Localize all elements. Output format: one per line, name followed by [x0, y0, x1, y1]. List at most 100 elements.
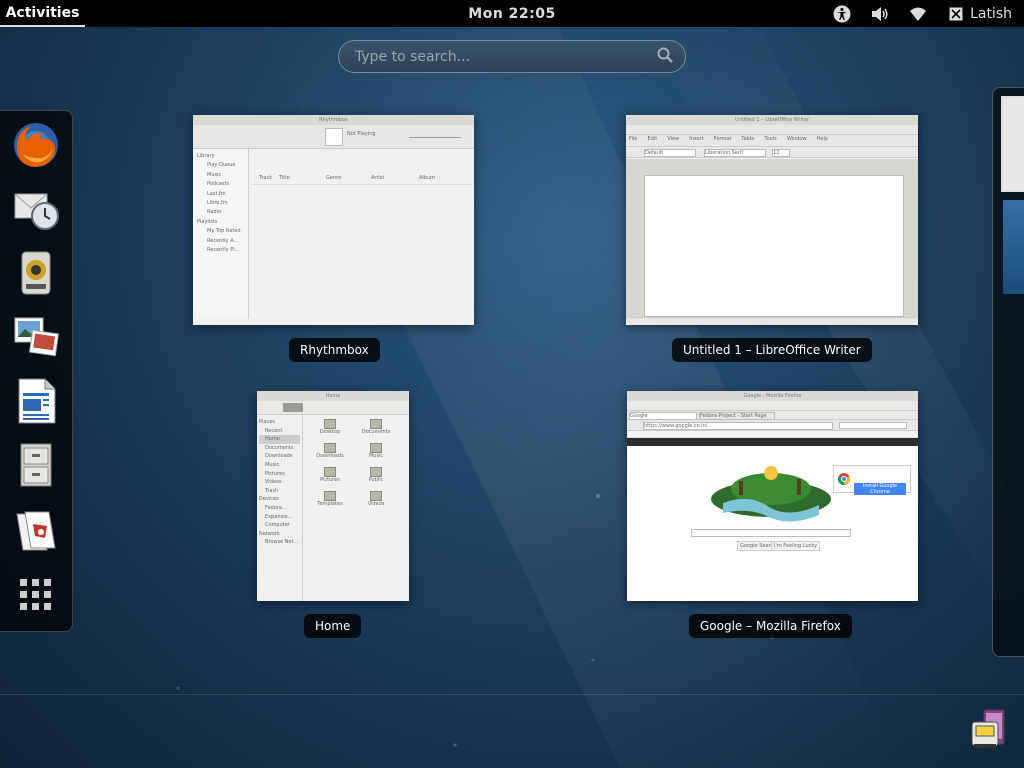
device-item[interactable]: Fedora... — [259, 504, 300, 513]
wifi-icon[interactable] — [908, 4, 928, 24]
install-chrome-button[interactable]: Install Google Chrome — [854, 483, 906, 495]
source-item[interactable]: Recently A... — [197, 237, 244, 246]
message-tray-item[interactable] — [968, 708, 1010, 752]
menu-item[interactable]: View — [667, 136, 679, 142]
paragraph-style-box[interactable]: Default — [644, 149, 696, 157]
folder-item[interactable]: Public — [361, 467, 391, 483]
folder-item[interactable]: Music — [361, 443, 391, 459]
source-item[interactable]: Last.fm — [197, 190, 244, 199]
place-item[interactable]: Music — [259, 461, 300, 470]
section-label: Devices — [259, 496, 279, 503]
search-box[interactable] — [338, 40, 686, 73]
activities-button[interactable]: Activities — [0, 0, 85, 27]
google-search-field[interactable] — [691, 529, 851, 537]
writer-statusbar — [626, 317, 918, 325]
software-launcher[interactable] — [8, 501, 64, 557]
keyboard-icon[interactable] — [946, 4, 966, 24]
search-input[interactable] — [355, 48, 657, 65]
folder-icon — [370, 491, 382, 501]
folder-icon — [324, 419, 336, 429]
app-grid-icon — [20, 579, 51, 610]
rhythmbox-launcher[interactable] — [8, 245, 64, 301]
window-firefox[interactable]: Google - Mozilla Firefox Google Fedora P… — [627, 391, 918, 601]
source-item[interactable]: Podcasts — [197, 180, 244, 189]
firefox-launcher[interactable] — [8, 117, 64, 173]
browser-tab[interactable]: Google — [629, 412, 697, 420]
folder-label: Music — [368, 453, 384, 459]
window-rhythmbox[interactable]: Rhythmbox Not Playing Library Play Queue… — [193, 115, 474, 325]
show-applications[interactable] — [8, 567, 64, 623]
place-item[interactable]: Downloads — [259, 452, 300, 461]
feeling-lucky-button[interactable]: I'm Feeling Lucky — [771, 541, 821, 551]
source-item[interactable]: Radio — [197, 208, 244, 217]
source-item[interactable]: My Top Rated — [197, 227, 244, 236]
shotwell-launcher[interactable] — [8, 309, 64, 365]
files-grid: Desktop Documents Downloads Music Pictur… — [305, 417, 409, 601]
photos-icon — [14, 317, 59, 357]
source-item[interactable]: Libre.fm — [197, 199, 244, 208]
search-icon — [657, 47, 673, 67]
folder-label: Public — [368, 477, 384, 483]
place-item[interactable]: Pictures — [259, 470, 300, 479]
speaker-icon — [21, 251, 51, 295]
place-item[interactable]: Videos — [259, 478, 300, 487]
folder-item[interactable]: Desktop — [315, 419, 345, 435]
menu-item[interactable]: Help — [817, 136, 828, 142]
source-item[interactable]: Play Queue — [197, 161, 244, 170]
software-bag-icon — [16, 511, 56, 551]
window-label-firefox[interactable]: Google – Mozilla Firefox — [689, 614, 852, 638]
accessibility-icon[interactable] — [832, 4, 852, 24]
path-home-button[interactable] — [283, 403, 303, 412]
column-header: Track — [259, 175, 273, 181]
web-search-box[interactable] — [839, 422, 907, 429]
menu-item[interactable]: Format — [714, 136, 732, 142]
place-item[interactable]: Recent — [259, 427, 300, 436]
source-item[interactable]: Music — [197, 171, 244, 180]
folder-item[interactable]: Downloads — [315, 443, 345, 459]
writer-launcher[interactable] — [8, 373, 64, 429]
user-menu[interactable]: Latish — [970, 6, 1012, 22]
menu-item[interactable]: Window — [787, 136, 807, 142]
device-item[interactable]: Computer — [259, 521, 300, 530]
files-launcher[interactable] — [8, 437, 64, 493]
workspace-thumbnail-empty[interactable] — [1003, 200, 1024, 294]
window-label-files[interactable]: Home — [304, 614, 362, 638]
workspace-thumbnail-active[interactable] — [1001, 96, 1024, 192]
firefox-tabbar: Google Fedora Project - Start Page — [627, 411, 918, 420]
browser-tab[interactable]: Fedora Project - Start Page — [699, 412, 775, 420]
window-label-writer[interactable]: Untitled 1 – LibreOffice Writer — [672, 338, 872, 362]
device-item[interactable]: Expansio... — [259, 513, 300, 522]
menu-item[interactable]: File — [629, 136, 637, 142]
system-tray: Latish — [823, 0, 1024, 27]
window-titlebar: Home — [257, 391, 409, 401]
evolution-launcher[interactable] — [8, 181, 64, 237]
place-item[interactable]: Home — [259, 435, 300, 444]
folder-item[interactable]: Pictures — [315, 467, 345, 483]
network-item[interactable]: Browse Net... — [259, 538, 300, 547]
font-name-box[interactable]: Liberation Serif — [704, 149, 766, 157]
section-label: Places — [259, 419, 275, 425]
menu-item[interactable]: Insert — [689, 136, 703, 142]
menu-item[interactable]: Table — [741, 136, 754, 142]
folder-item[interactable]: Documents — [361, 419, 391, 435]
url-bar[interactable]: https://www.google.co.in/ — [643, 422, 833, 430]
folder-icon — [370, 467, 382, 477]
place-item[interactable]: Documents — [259, 444, 300, 453]
menu-item[interactable]: Tools — [764, 136, 776, 142]
clock[interactable]: Mon 22:05 — [462, 0, 562, 27]
document-icon — [18, 378, 56, 424]
folder-icon — [324, 443, 336, 453]
folder-item[interactable]: Templates — [315, 491, 345, 507]
google-doodle — [711, 466, 831, 522]
source-item[interactable]: Recently Pl... — [197, 246, 244, 255]
window-writer[interactable]: Untitled 1 – LibreOffice Writer File Edi… — [626, 115, 918, 325]
window-files[interactable]: Home Places Recent Home Documents Downlo… — [257, 391, 409, 601]
volume-icon[interactable] — [870, 4, 890, 24]
workspace-selector — [992, 87, 1024, 657]
folder-item[interactable]: Videos — [361, 491, 391, 507]
place-item[interactable]: Trash — [259, 487, 300, 496]
font-size-box[interactable]: 12 — [772, 149, 790, 157]
window-label-rhythmbox[interactable]: Rhythmbox — [289, 338, 380, 362]
document-page[interactable] — [644, 175, 904, 317]
menu-item[interactable]: Edit — [647, 136, 657, 142]
